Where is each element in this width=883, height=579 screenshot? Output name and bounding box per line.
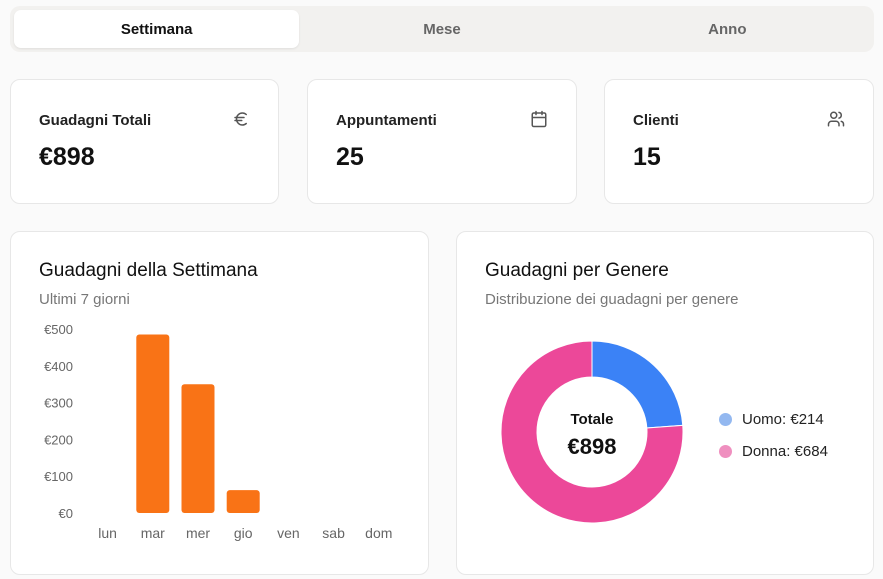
bar-mar[interactable] [136,334,170,513]
gender-earnings-panel: Guadagni per Genere Distribuzione dei gu… [456,231,874,575]
legend-item-donna: Donna: €684 [719,440,828,462]
x-tick-label: gio [234,525,253,541]
x-tick-label: mar [141,525,165,541]
tab-settimana[interactable]: Settimana [14,10,300,48]
stat-card-earnings: Guadagni Totali €898 [10,79,279,204]
legend-label: Uomo: €214 [742,410,824,428]
stat-card-appointments: Appuntamenti 25 [307,79,577,204]
bar-gio[interactable] [226,490,260,513]
stat-value: €898 [39,143,95,171]
stat-label: Appuntamenti [336,112,437,129]
gender-donut-chart: Totale €898 [500,340,684,524]
x-tick-label: dom [365,525,392,541]
y-tick-label: €100 [44,469,73,484]
legend-item-uomo: Uomo: €214 [719,408,828,430]
tab-anno[interactable]: Anno [585,10,870,48]
users-icon [827,111,845,127]
stat-value: 25 [336,143,364,171]
x-tick-label: ven [277,525,300,541]
y-tick-label: €200 [44,432,73,447]
euro-icon [234,112,247,126]
stat-value: 15 [633,143,661,171]
legend-label: Donna: €684 [742,442,828,460]
stat-label: Clienti [633,112,679,129]
y-tick-label: €300 [44,396,73,411]
bar-mer[interactable] [181,384,215,513]
y-tick-label: €400 [44,359,73,374]
chart-legend: Uomo: €214 Donna: €684 [719,408,828,472]
weekly-earnings-panel: Guadagni della Settimana Ultimi 7 giorni… [10,231,429,575]
weekly-bar-chart: €0 €100 €200 €300 €400 €500 lun mar mer gio ven sab… [44,322,392,541]
donut-center-label: Totale [570,411,613,428]
y-tick-label: €500 [44,322,73,337]
y-tick-label: €0 [59,506,73,521]
period-tabs: Settimana Mese Anno [10,6,874,52]
donut-center-value: €898 [568,434,617,459]
legend-dot [719,444,732,458]
x-tick-label: lun [98,525,117,541]
stat-card-clients: Clienti 15 [604,79,874,204]
legend-dot [719,412,732,426]
tab-mese[interactable]: Mese [299,10,584,48]
x-tick-label: sab [322,525,345,541]
stat-label: Guadagni Totali [39,112,152,129]
x-tick-label: mer [186,525,210,541]
calendar-icon [531,110,547,128]
